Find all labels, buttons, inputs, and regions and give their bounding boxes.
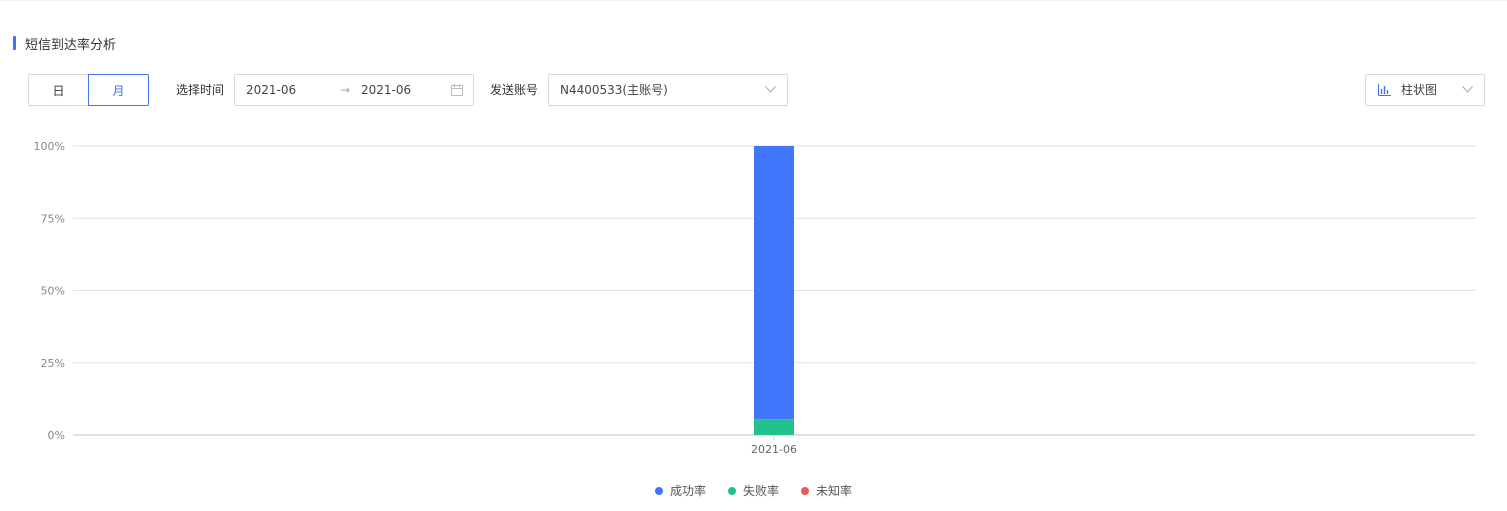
x-tick-label: 2021-06 (751, 443, 797, 456)
legend-item[interactable]: 失败率 (727, 482, 779, 499)
legend-item[interactable]: 成功率 (654, 482, 706, 499)
date-range-separator-icon: → (340, 83, 351, 97)
chart-type-value: 柱状图 (1401, 83, 1438, 97)
y-tick-label: 50% (41, 285, 65, 298)
legend-label: 失败率 (742, 484, 779, 498)
chart-type-select[interactable]: 柱状图 (1365, 74, 1485, 106)
legend-label: 成功率 (669, 484, 706, 498)
date-range-picker[interactable]: 2021-06 → 2021-06 (234, 74, 474, 106)
y-tick-label: 75% (41, 212, 65, 225)
chevron-down-icon (1462, 86, 1473, 93)
granularity-toggle: 日 月 (28, 74, 149, 106)
chevron-down-icon (765, 86, 776, 93)
legend-item[interactable]: 未知率 (801, 482, 852, 499)
legend-dot-icon (654, 486, 663, 495)
date-range-end[interactable]: 2021-06 (361, 75, 411, 105)
date-range-start[interactable]: 2021-06 (246, 75, 296, 105)
account-filter-label: 发送账号 (490, 83, 539, 97)
section-accent-bar (13, 36, 16, 50)
y-tick-label: 0% (48, 429, 65, 442)
y-tick-label: 25% (41, 357, 65, 370)
arrival-rate-chart: 0% 25% 50% 75% 100% 2021-06 (34, 140, 1475, 456)
top-divider (0, 0, 1507, 1)
y-tick-label: 100% (34, 140, 65, 153)
time-filter-label: 选择时间 (176, 83, 225, 97)
granularity-day-button[interactable]: 日 (28, 74, 88, 106)
calendar-icon[interactable] (451, 84, 463, 96)
section-title: 短信到达率分析 (25, 37, 117, 53)
account-select-value: N4400533(主账号) (560, 83, 668, 97)
legend-dot-icon (727, 486, 736, 495)
granularity-month-button[interactable]: 月 (88, 74, 149, 106)
bar-chart-icon (1378, 84, 1391, 96)
account-select[interactable]: N4400533(主账号) (548, 74, 788, 106)
bar-segment[interactable] (754, 419, 794, 435)
legend-dot-icon (801, 486, 809, 495)
bar-segment[interactable] (754, 146, 794, 420)
section-header: 短信到达率分析 (13, 34, 117, 53)
legend-label: 未知率 (816, 484, 853, 498)
chart-legend: 成功率 失败率 未知率 (0, 482, 1507, 500)
